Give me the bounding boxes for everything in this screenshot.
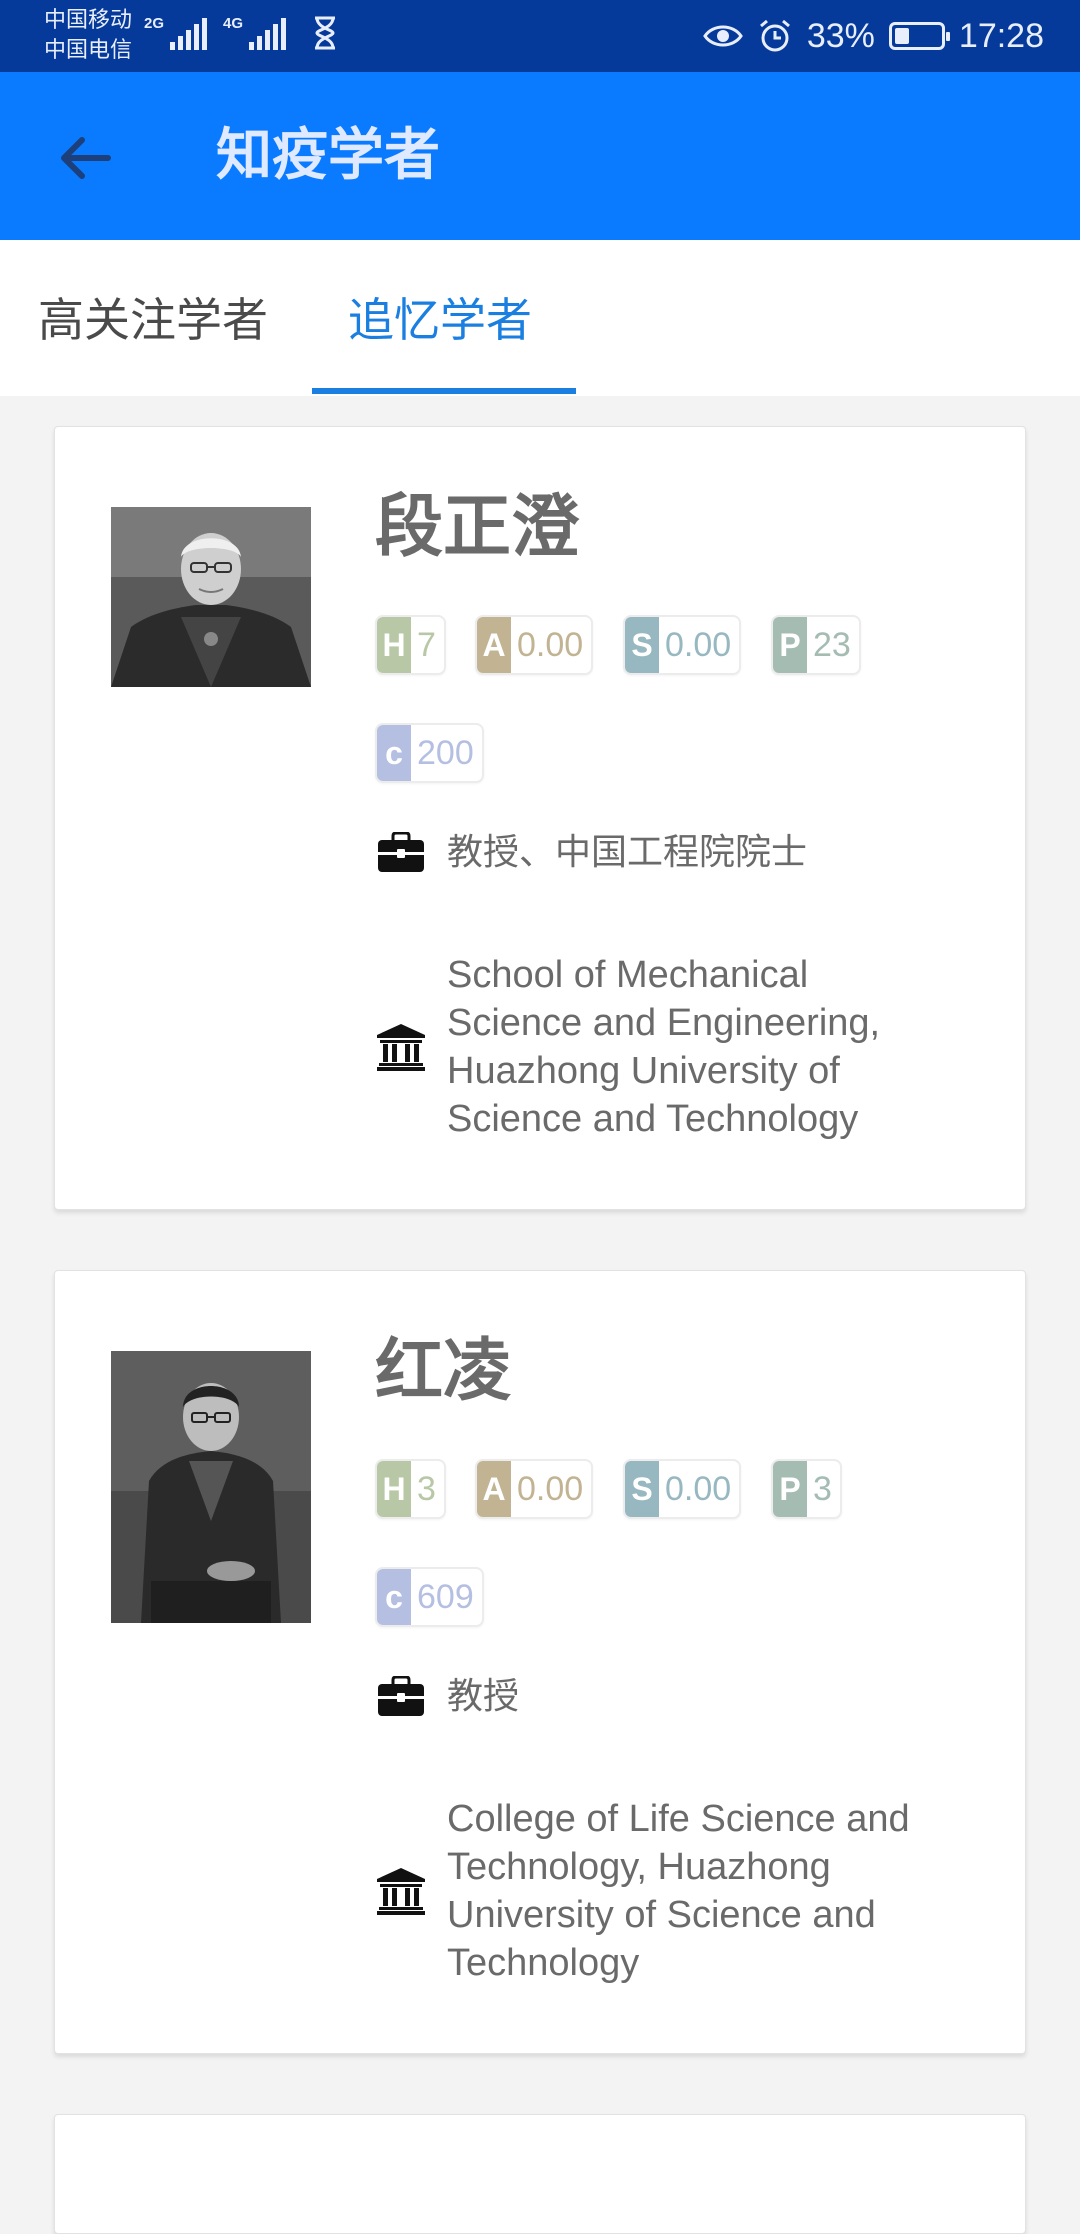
page-title: 知疫学者 bbox=[216, 123, 440, 188]
alarm-icon bbox=[759, 19, 790, 52]
app-bar: 知疫学者 bbox=[0, 72, 1080, 240]
institution-icon bbox=[375, 1021, 427, 1073]
s-value: 0.00 bbox=[665, 625, 732, 664]
avatar bbox=[111, 1351, 311, 1623]
scholar-position: 教授、中国工程院院士 bbox=[447, 832, 808, 873]
eye-icon bbox=[703, 25, 743, 47]
scholar-list[interactable]: 段正澄 H 7 A 0.00 S 0.00 P 23 c 200 教授、中国工程… bbox=[0, 396, 1080, 2234]
s-score-badge: S 0.00 bbox=[623, 1459, 742, 1519]
s-key: S bbox=[625, 617, 659, 673]
p-key: P bbox=[773, 1461, 807, 1517]
briefcase-icon bbox=[375, 1671, 427, 1723]
briefcase-icon bbox=[375, 827, 427, 879]
h-key: H bbox=[377, 617, 411, 673]
scholar-name: 红凌 bbox=[375, 1332, 512, 1411]
tab-memorial[interactable]: 追忆学者 bbox=[348, 290, 532, 350]
institution-icon bbox=[375, 1865, 427, 1917]
p-value: 3 bbox=[813, 1469, 832, 1508]
carrier-2: 中国电信 bbox=[44, 38, 133, 63]
h-value: 7 bbox=[417, 625, 436, 664]
c-value: 609 bbox=[417, 1577, 474, 1616]
battery-icon bbox=[888, 22, 950, 50]
scholar-card[interactable]: 红凌 H 3 A 0.00 S 0.00 P 3 c 609 教授 Colleg… bbox=[54, 1270, 1026, 2054]
organization-row: College of Life Science and Technology, … bbox=[375, 1795, 927, 1987]
p-count-badge: P 23 bbox=[771, 615, 861, 675]
tab-bar: 高关注学者 追忆学者 bbox=[0, 240, 1080, 396]
scholar-organization: School of Mechanical Science and Enginee… bbox=[447, 954, 881, 1140]
p-value: 23 bbox=[813, 625, 851, 664]
h-value: 3 bbox=[417, 1469, 436, 1508]
a-key: A bbox=[477, 1461, 511, 1517]
p-key: P bbox=[773, 617, 807, 673]
carrier-names: 中国移动 中国电信 bbox=[44, 6, 132, 66]
organization-row: School of Mechanical Science and Enginee… bbox=[375, 951, 927, 1143]
p-count-badge: P 3 bbox=[771, 1459, 842, 1519]
c-key: c bbox=[377, 1569, 411, 1625]
a-score-badge: A 0.00 bbox=[475, 615, 594, 675]
signal-icon: 2G bbox=[144, 15, 208, 50]
avatar bbox=[111, 507, 311, 687]
scholar-position: 教授 bbox=[447, 1676, 520, 1717]
h-index-badge: H 7 bbox=[375, 615, 446, 675]
scholar-name: 段正澄 bbox=[375, 488, 580, 567]
tab-high-attention[interactable]: 高关注学者 bbox=[38, 290, 268, 350]
signal-indicators: 2G 4G bbox=[144, 16, 338, 50]
s-score-badge: S 0.00 bbox=[623, 615, 742, 675]
a-value: 0.00 bbox=[517, 625, 584, 664]
a-key: A bbox=[477, 617, 511, 673]
scholar-card[interactable] bbox=[54, 2114, 1026, 2234]
signal-type-1: 2G bbox=[144, 15, 165, 32]
a-value: 0.00 bbox=[517, 1469, 584, 1508]
active-tab-indicator bbox=[312, 388, 576, 394]
scholar-card[interactable]: 段正澄 H 7 A 0.00 S 0.00 P 23 c 200 教授、中国工程… bbox=[54, 426, 1026, 1210]
battery-percent: 33% bbox=[806, 16, 875, 55]
position-row: 教授、中国工程院院士 bbox=[375, 827, 807, 879]
h-key: H bbox=[377, 1461, 411, 1517]
scholar-organization: College of Life Science and Technology, … bbox=[447, 1798, 910, 1984]
s-value: 0.00 bbox=[665, 1469, 732, 1508]
h-index-badge: H 3 bbox=[375, 1459, 446, 1519]
clock: 17:28 bbox=[958, 16, 1044, 55]
c-count-badge: c 200 bbox=[375, 723, 484, 783]
position-row: 教授 bbox=[375, 1671, 519, 1723]
c-key: c bbox=[377, 725, 411, 781]
s-key: S bbox=[625, 1461, 659, 1517]
signal-type-2: 4G bbox=[223, 15, 244, 32]
c-value: 200 bbox=[417, 733, 474, 772]
hourglass-icon bbox=[315, 16, 336, 50]
arrow-left-icon bbox=[61, 137, 111, 179]
carrier-1: 中国移动 bbox=[44, 8, 133, 33]
c-count-badge: c 609 bbox=[375, 1567, 484, 1627]
back-button[interactable] bbox=[44, 118, 124, 198]
a-score-badge: A 0.00 bbox=[475, 1459, 594, 1519]
status-right: 33% 17:28 bbox=[703, 12, 1044, 60]
signal-icon: 4G bbox=[223, 15, 287, 50]
status-bar: 中国移动 中国电信 2G 4G 33% 17:28 bbox=[0, 0, 1080, 72]
